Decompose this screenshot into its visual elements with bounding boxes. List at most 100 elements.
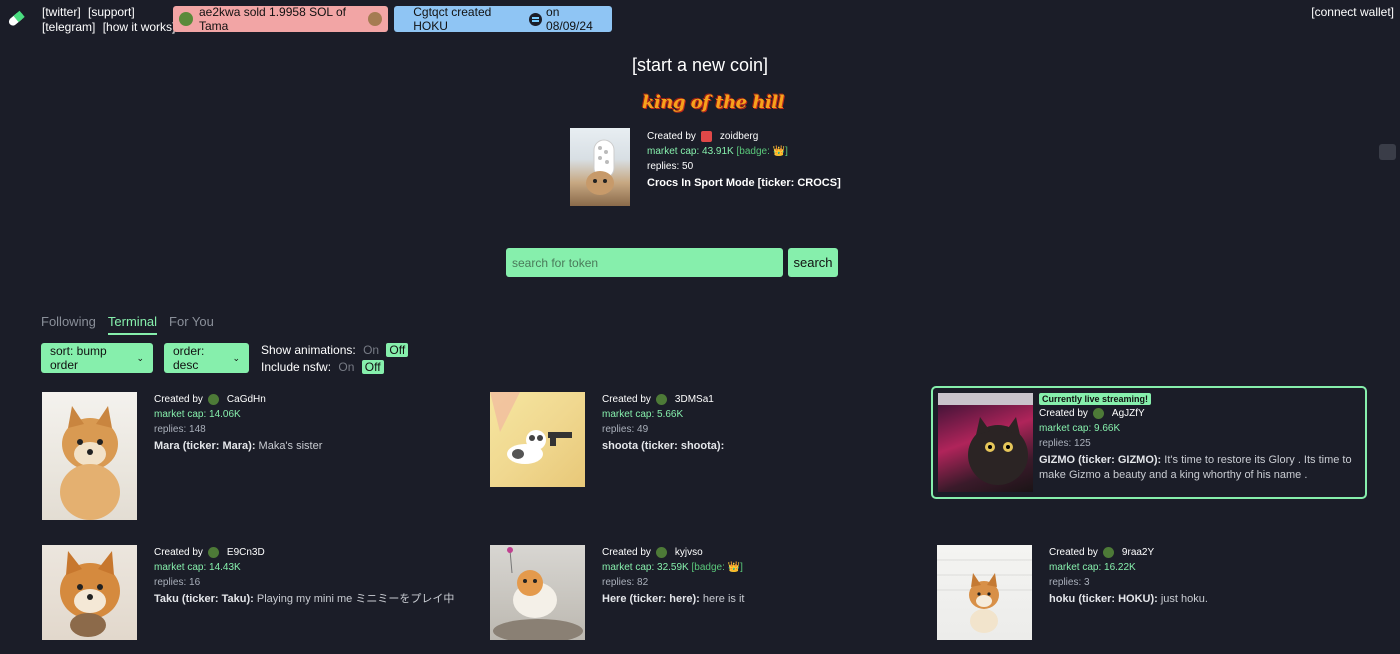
coin-market-cap: market cap: 16.22K [1049,562,1136,573]
coin-market-cap: market cap: 9.66K [1039,423,1121,434]
coin-creator-name[interactable]: AgJZfY [1112,406,1145,421]
create-ticker-text: Cgtqct created HOKU [413,5,492,33]
trade-ticker-text: ae2kwa sold 1.9958 SOL of Tama [199,5,346,33]
sort-dropdown-label: sort: bump order [50,344,107,372]
coin-badge: [badge: 👑] [691,562,743,573]
twitter-link[interactable]: [twitter] [42,5,81,19]
trader-avatar [179,12,193,26]
coin-market-cap: market cap: 32.59K [602,562,689,573]
creator-avatar [655,394,667,405]
coin-image [490,392,585,487]
order-dropdown[interactable]: order: desc ⌄ [164,343,249,373]
coin-image [490,545,585,640]
coin-replies: replies: 3 [1049,577,1090,588]
coin-description: Here (ticker: here): here is it [602,592,912,607]
coin-name: Here (ticker: here): [602,593,700,605]
coin-info: Created by 3DMSa1 market cap: 5.66K repl… [602,392,912,454]
king-market-cap: market cap: 43.91K [647,146,734,157]
start-new-coin-link[interactable]: [start a new coin] [0,55,1400,76]
coin-description: shoota (ticker: shoota): [602,439,912,454]
king-replies: replies: 50 [647,161,694,172]
create-ticker-date: on 08/09/24 [546,5,593,33]
coin-info: Currently live streaming! Created by AgJ… [1039,393,1359,483]
coin-market-cap: market cap: 14.06K [154,409,241,420]
coin-image [42,545,137,640]
sort-dropdown[interactable]: sort: bump order ⌄ [41,343,153,373]
coin-description-text: Maka's sister [258,440,323,452]
show-animations-label: Show animations: [261,343,356,357]
creator-avatar [655,547,667,558]
created-by-label: Created by [647,131,696,142]
coin-description: Mara (ticker: Mara): Maka's sister [154,439,464,454]
coin-avatar [368,12,382,26]
coin-creator-row: Created by E9Cn3D [154,545,464,560]
coin-creator-row: Created by kyjvso [602,545,912,560]
telegram-link[interactable]: [telegram] [42,20,95,34]
search-input[interactable] [506,248,783,277]
coin-creator-row: Created by 3DMSa1 [602,392,912,407]
animations-off-toggle[interactable]: Off [386,343,409,357]
chevron-down-icon: ⌄ [136,352,144,363]
coin-replies: replies: 49 [602,424,649,435]
toggle-group: Show animations: On Off Include nsfw: On… [261,342,409,376]
coin-description: Taku (ticker: Taku): Playing my mini me … [154,592,464,607]
coin-market-cap: market cap: 14.43K [154,562,241,573]
coin-image [938,393,1033,492]
coin-description-text: here is it [702,593,745,605]
coin-creator-name[interactable]: 9raa2Y [1122,545,1154,560]
tab-following[interactable]: Following [41,314,96,335]
king-coin-info: Created by zoidberg market cap: 43.91K [… [647,129,947,191]
coin-info: Created by E9Cn3D market cap: 14.43K rep… [154,545,464,607]
coin-replies: replies: 148 [154,424,206,435]
coin-info: Created by CaGdHn market cap: 14.06K rep… [154,392,464,454]
coin-info: Created by kyjvso market cap: 32.59K [ba… [602,545,912,607]
create-ticker[interactable]: Cgtqct created HOKU on 08/09/24 [394,5,612,33]
how-it-works-link[interactable]: [how it works] [103,20,176,34]
coin-creator-row: Created by 9raa2Y [1049,545,1359,560]
top-bar: [twitter] [support] [telegram] [how it w… [0,0,1400,40]
coin-replies: replies: 125 [1039,438,1091,449]
coin-creator-row: Created by AgJZfY [1039,406,1359,421]
tab-terminal[interactable]: Terminal [107,314,158,335]
live-streaming-badge: Currently live streaming! [1039,393,1152,405]
coin-replies: replies: 16 [154,577,201,588]
include-nsfw-label: Include nsfw: [261,360,332,374]
side-widget-icon[interactable] [1379,144,1396,160]
pill-logo-icon[interactable] [6,9,26,29]
coin-name: GIZMO (ticker: GIZMO): [1039,454,1162,466]
coin-name: shoota (ticker: shoota): [602,440,725,452]
connect-wallet-button[interactable]: [connect wallet] [1311,5,1394,19]
support-link[interactable]: [support] [88,5,135,19]
created-by-label: Created by [602,394,651,405]
solana-icon [529,12,543,26]
feed-tabs: Following Terminal For You [41,314,214,335]
tab-for-you[interactable]: For You [169,314,214,335]
king-creator-name[interactable]: zoidberg [720,129,758,144]
coin-image [42,392,137,520]
coin-creator-name[interactable]: E9Cn3D [227,545,265,560]
nsfw-on-toggle[interactable]: On [338,360,354,374]
search-button[interactable]: search [788,248,838,277]
chevron-down-icon: ⌄ [232,352,240,363]
creator-avatar [207,547,219,558]
king-badge: [badge: 👑] [736,146,788,157]
coin-info: Created by 9raa2Y market cap: 16.22K rep… [1049,545,1359,607]
coin-description-text: just hoku. [1160,593,1208,605]
coin-name: hoku (ticker: HOKU): [1049,593,1158,605]
coin-creator-name[interactable]: CaGdHn [227,392,266,407]
coin-description: GIZMO (ticker: GIZMO): It's time to rest… [1039,453,1359,483]
created-by-label: Created by [154,394,203,405]
king-coin-title: Crocs In Sport Mode [ticker: CROCS] [647,177,841,189]
coin-creator-name[interactable]: kyjvso [675,545,703,560]
trade-ticker[interactable]: ae2kwa sold 1.9958 SOL of Tama [173,5,388,33]
king-of-the-hill-banner: king of the hill [642,92,785,113]
coin-image [937,545,1032,640]
coin-name: Mara (ticker: Mara): [154,440,256,452]
nsfw-off-toggle[interactable]: Off [361,360,384,374]
order-dropdown-label: order: desc [173,344,205,372]
created-by-label: Created by [602,547,651,558]
king-creator-row: Created by zoidberg [647,129,947,144]
creator-avatar [207,394,219,405]
animations-on-toggle[interactable]: On [363,343,379,357]
coin-creator-name[interactable]: 3DMSa1 [675,392,714,407]
